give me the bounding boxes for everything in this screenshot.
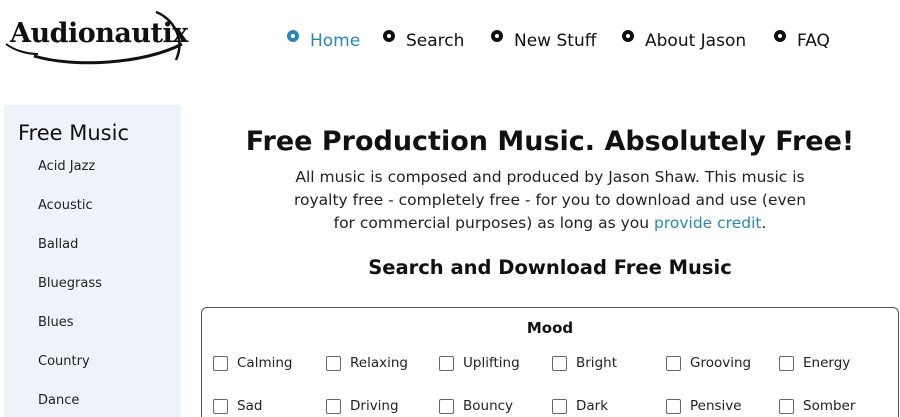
mood-filter-box: Mood Calming Relaxing Uplifting Bright G… xyxy=(201,307,899,417)
mood-option-bright[interactable]: Bright xyxy=(552,355,617,371)
mood-label: Calming xyxy=(237,355,293,371)
checkbox[interactable] xyxy=(213,398,228,414)
bullet-icon xyxy=(383,30,395,42)
mood-label: Driving xyxy=(350,398,399,414)
sidebar-item-acoustic[interactable]: Acoustic xyxy=(38,198,93,213)
intro-text: All music is composed and produced by Ja… xyxy=(290,166,810,235)
nav-label: Home xyxy=(310,31,361,51)
checkbox[interactable] xyxy=(326,398,341,414)
bullet-icon xyxy=(287,30,299,42)
page-title: Free Production Music. Absolutely Free! xyxy=(245,126,855,157)
mood-label: Energy xyxy=(803,355,851,371)
mood-label: Bright xyxy=(576,355,617,371)
mood-option-calming[interactable]: Calming xyxy=(213,355,292,371)
sidebar-item-ballad[interactable]: Ballad xyxy=(38,237,78,252)
mood-option-somber[interactable]: Somber xyxy=(779,398,855,414)
mood-label: Dark xyxy=(576,398,609,414)
mood-label: Uplifting xyxy=(463,355,520,371)
mood-option-sad[interactable]: Sad xyxy=(213,398,262,414)
provide-credit-link[interactable]: provide credit xyxy=(654,214,761,232)
mood-option-energy[interactable]: Energy xyxy=(779,355,850,371)
sidebar-item-country[interactable]: Country xyxy=(38,354,90,369)
checkbox[interactable] xyxy=(439,398,454,414)
checkbox[interactable] xyxy=(666,398,681,414)
site-logo[interactable]: Audionautix xyxy=(4,4,188,70)
mood-option-uplifting[interactable]: Uplifting xyxy=(439,355,520,371)
intro-end: . xyxy=(761,214,767,232)
mood-label: Relaxing xyxy=(350,355,408,371)
sidebar-item-blues[interactable]: Blues xyxy=(38,315,74,330)
mood-option-bouncy[interactable]: Bouncy xyxy=(439,398,513,414)
mood-label: Somber xyxy=(803,398,856,414)
nav-label: Search xyxy=(406,31,465,51)
checkbox[interactable] xyxy=(552,355,567,371)
mood-option-pensive[interactable]: Pensive xyxy=(666,398,742,414)
mood-label: Pensive xyxy=(690,398,742,414)
sidebar-item-bluegrass[interactable]: Bluegrass xyxy=(38,276,102,291)
nav-label: New Stuff xyxy=(514,31,597,51)
nav-item-about-jason[interactable]: About Jason xyxy=(622,28,746,51)
bullet-icon xyxy=(774,30,786,42)
mood-option-driving[interactable]: Driving xyxy=(326,398,399,414)
nav-label: About Jason xyxy=(645,31,747,51)
nav-item-search[interactable]: Search xyxy=(383,28,464,51)
sidebar-item-acid-jazz[interactable]: Acid Jazz xyxy=(38,159,95,174)
mood-option-grooving[interactable]: Grooving xyxy=(666,355,751,371)
mood-title: Mood xyxy=(526,319,574,337)
checkbox[interactable] xyxy=(213,355,228,371)
checkbox[interactable] xyxy=(779,355,794,371)
nav-item-faq[interactable]: FAQ xyxy=(774,28,830,51)
logo-text: Audionautix xyxy=(10,18,188,49)
mood-label: Sad xyxy=(237,398,263,414)
nav-item-new-stuff[interactable]: New Stuff xyxy=(491,28,596,51)
sidebar-title: Free Music xyxy=(18,121,129,145)
mood-option-relaxing[interactable]: Relaxing xyxy=(326,355,408,371)
mood-option-dark[interactable]: Dark xyxy=(552,398,608,414)
bullet-icon xyxy=(491,30,503,42)
checkbox[interactable] xyxy=(552,398,567,414)
section-title: Search and Download Free Music xyxy=(368,256,732,279)
nav-item-home[interactable]: Home xyxy=(287,28,360,51)
checkbox[interactable] xyxy=(439,355,454,371)
checkbox[interactable] xyxy=(666,355,681,371)
bullet-icon xyxy=(622,30,634,42)
checkbox[interactable] xyxy=(779,398,794,414)
mood-label: Grooving xyxy=(690,355,752,371)
mood-label: Bouncy xyxy=(463,398,514,414)
nav-label: FAQ xyxy=(797,31,830,51)
sidebar-item-dance[interactable]: Dance xyxy=(38,393,79,408)
sidebar: Free Music Acid Jazz Acoustic Ballad Blu… xyxy=(4,105,181,417)
checkbox[interactable] xyxy=(326,355,341,371)
